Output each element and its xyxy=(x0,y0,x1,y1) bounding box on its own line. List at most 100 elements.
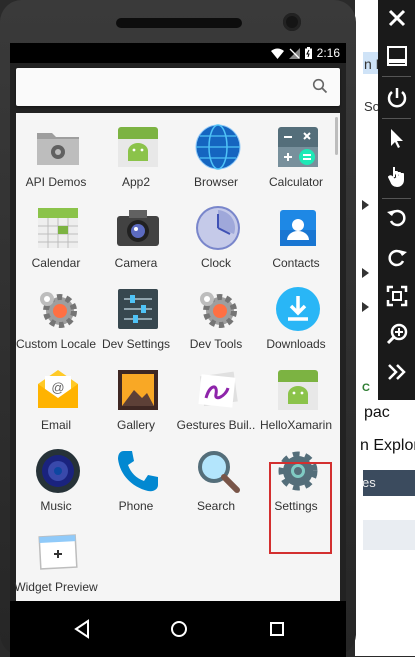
phone-speaker xyxy=(116,18,242,28)
double-chevron-right-icon xyxy=(387,364,406,380)
app-label: App2 xyxy=(121,175,151,189)
phone-screen: 2:16 API Demos App2 Browser Calculator C… xyxy=(10,43,346,657)
app-browser[interactable]: Browser xyxy=(176,113,256,193)
app-camera[interactable]: Camera xyxy=(96,194,176,274)
app-app2[interactable]: App2 xyxy=(96,113,176,193)
fit-to-screen-button[interactable] xyxy=(378,278,415,314)
back-icon[interactable] xyxy=(72,618,94,640)
pointer-mode-button[interactable] xyxy=(378,120,415,156)
speaker-icon xyxy=(36,449,80,493)
app-calculator[interactable]: Calculator xyxy=(256,113,336,193)
battery-icon xyxy=(304,47,312,59)
envelope-icon: @ xyxy=(38,370,78,408)
app-contacts[interactable]: Contacts xyxy=(256,194,336,274)
more-tools-button[interactable] xyxy=(378,354,415,390)
power-button[interactable] xyxy=(378,80,415,116)
recents-icon[interactable] xyxy=(266,618,288,640)
app-custom-locale[interactable]: Custom Locale xyxy=(16,275,96,355)
tree-expander[interactable] xyxy=(362,200,369,210)
app-label: Calendar xyxy=(31,256,81,270)
app-music[interactable]: Music xyxy=(16,437,96,517)
desktop-text-explorer: n Explore xyxy=(360,437,415,454)
app-label: Dev Tools xyxy=(189,337,243,351)
phone-handset-icon xyxy=(118,451,158,492)
tree-expander[interactable] xyxy=(362,302,369,312)
app-dev-settings[interactable]: Dev Settings xyxy=(96,275,176,355)
close-button[interactable] xyxy=(378,0,415,36)
app-gestures-builder[interactable]: Gestures Buil.. xyxy=(176,356,256,436)
magnifier-icon xyxy=(198,451,240,493)
tree-expander[interactable] xyxy=(362,268,369,278)
app-label: Camera xyxy=(114,256,158,270)
desktop-text-c: C xyxy=(362,382,370,394)
status-bar: 2:16 xyxy=(10,43,346,63)
search-icon[interactable] xyxy=(312,78,328,94)
power-icon xyxy=(387,88,406,108)
app-widget-preview[interactable]: Widget Preview xyxy=(14,518,98,598)
app-calendar[interactable]: Calendar xyxy=(16,194,96,274)
fit-screen-icon xyxy=(386,285,407,307)
photo-icon xyxy=(118,370,158,410)
navigation-bar xyxy=(10,601,346,657)
wifi-icon xyxy=(270,48,284,59)
app-label: Widget Preview xyxy=(14,580,98,594)
app-api-demos[interactable]: API Demos xyxy=(16,113,96,193)
app-label: API Demos xyxy=(25,175,87,189)
minimize-icon xyxy=(386,46,407,66)
clock-icon xyxy=(196,206,240,250)
svg-text:@: @ xyxy=(51,380,64,395)
app-downloads[interactable]: Downloads xyxy=(256,275,336,355)
contacts-icon xyxy=(280,210,316,246)
rotate-left-icon xyxy=(386,209,406,227)
phone-device: 2:16 API Demos App2 Browser Calculator C… xyxy=(0,0,356,657)
no-signal-icon xyxy=(288,47,300,59)
status-time: 2:16 xyxy=(316,46,340,60)
globe-icon xyxy=(195,124,241,170)
app-helloxamarin[interactable]: HelloXamarin xyxy=(256,356,336,436)
hand-pointer-icon xyxy=(387,167,404,187)
app-label: Browser xyxy=(193,175,238,189)
calendar-icon xyxy=(38,208,78,248)
gear-icon xyxy=(200,292,237,328)
search-bar[interactable] xyxy=(16,68,340,106)
desktop-text-pac[interactable]: pac xyxy=(364,404,390,422)
app-search[interactable]: Search xyxy=(176,437,256,517)
app-label: Contacts xyxy=(272,256,320,270)
zoom-in-icon xyxy=(386,323,407,345)
app-label: Phone xyxy=(118,499,154,513)
zoom-button[interactable] xyxy=(378,316,415,352)
gear-icon xyxy=(40,292,77,328)
settings-highlight-box xyxy=(269,462,332,554)
widget-preview-icon xyxy=(38,534,78,570)
rotate-left-button[interactable] xyxy=(378,200,415,236)
panel-row xyxy=(363,520,415,550)
download-icon xyxy=(276,287,320,331)
app-label: Gestures Buil.. xyxy=(176,418,256,432)
close-icon xyxy=(388,9,405,27)
desktop-text-es: es xyxy=(362,475,376,490)
phone-camera xyxy=(283,13,301,31)
app-label: Gallery xyxy=(116,418,155,432)
app-email[interactable]: @ Email xyxy=(16,356,96,436)
app-label: Music xyxy=(40,499,72,513)
app-phone[interactable]: Phone xyxy=(96,437,176,517)
app-label: Email xyxy=(40,418,71,432)
app-gallery[interactable]: Gallery xyxy=(96,356,176,436)
app-label: Dev Settings xyxy=(101,337,171,351)
app-label: Clock xyxy=(200,256,231,270)
home-icon[interactable] xyxy=(168,618,190,640)
app-clock[interactable]: Clock xyxy=(176,194,256,274)
rotate-right-icon xyxy=(387,249,407,267)
app-label: Calculator xyxy=(268,175,324,189)
sliders-icon xyxy=(118,289,158,329)
rotate-right-button[interactable] xyxy=(378,240,415,276)
camera-icon xyxy=(117,210,159,246)
minimize-button[interactable] xyxy=(378,38,415,74)
cursor-icon xyxy=(390,129,403,148)
emulator-toolbar xyxy=(378,0,415,400)
android-app-icon xyxy=(278,370,318,410)
touch-mode-button[interactable] xyxy=(378,158,415,194)
android-app-icon xyxy=(118,127,158,167)
app-label: Search xyxy=(196,499,236,513)
app-dev-tools[interactable]: Dev Tools xyxy=(176,275,256,355)
